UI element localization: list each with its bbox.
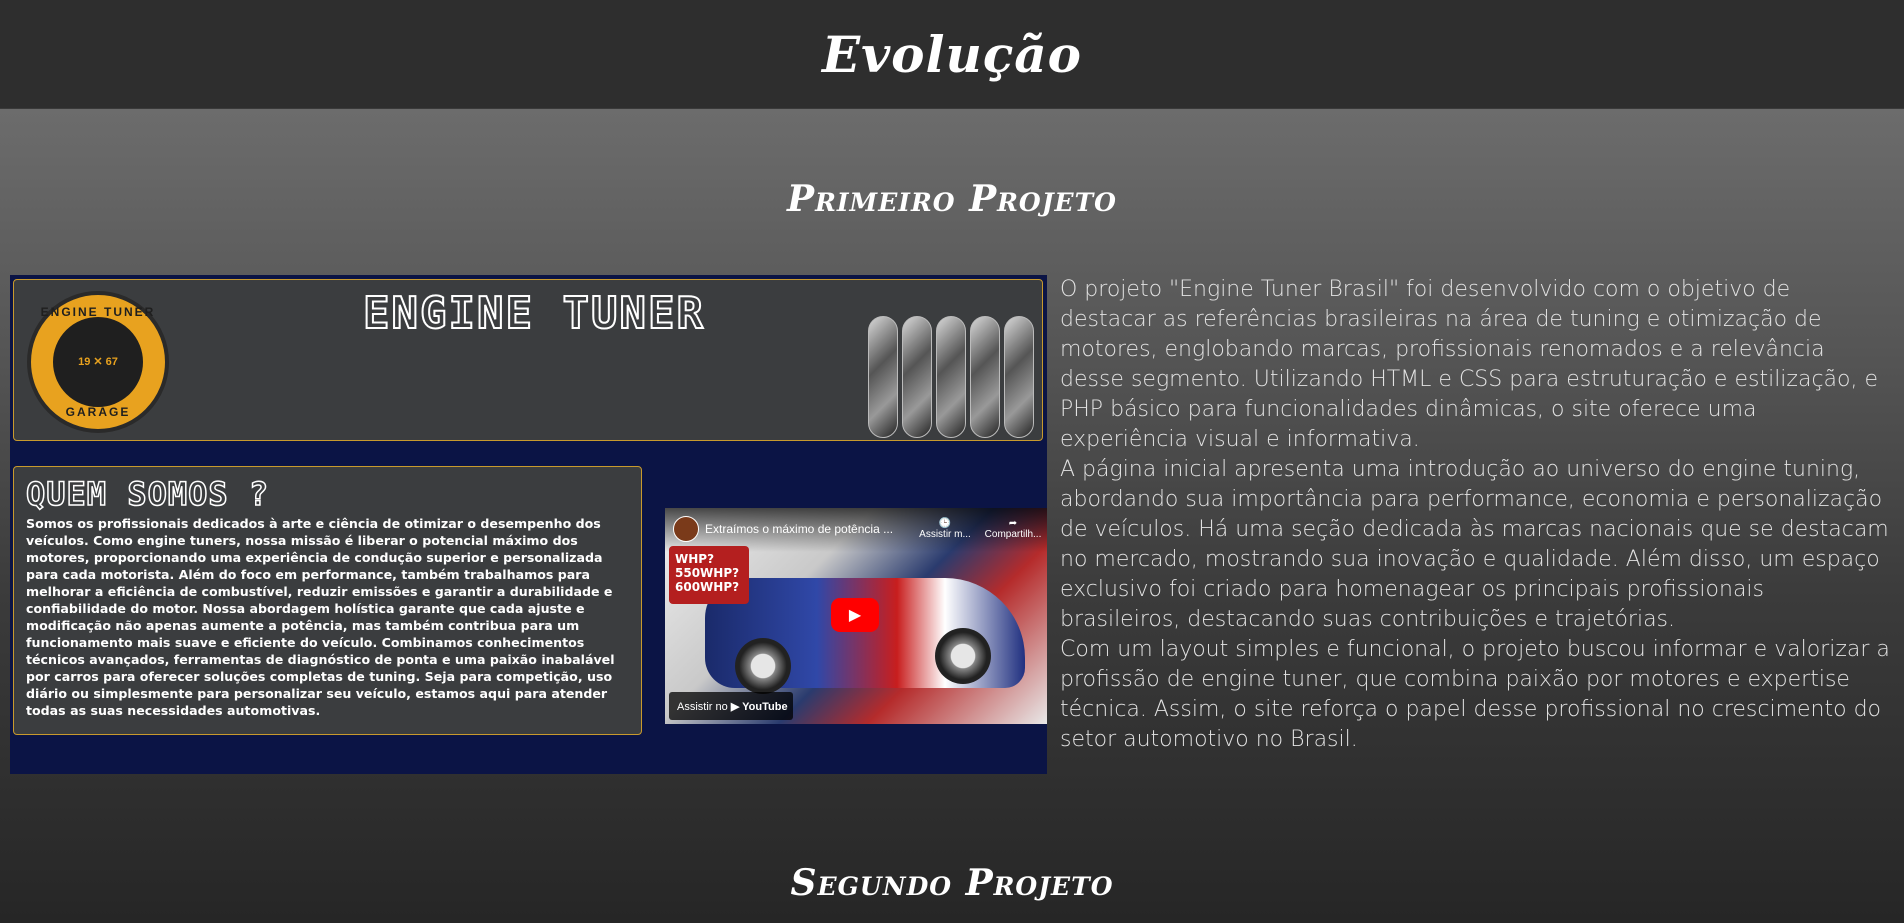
car-wheel <box>935 628 991 684</box>
gallery-thumb-image <box>936 316 966 438</box>
share-button[interactable]: ➦ Compartilh... <box>983 518 1043 540</box>
preview-site-title: ENGINE TUNER <box>362 287 705 340</box>
whp-badge: WHP? 550WHP? 600WHP? <box>669 546 749 604</box>
about-text: Somos os profissionais dedicados à arte … <box>26 516 615 718</box>
description-paragraph: Com um layout simples e funcional, o pro… <box>1060 637 1890 752</box>
logo-bottom-text: GARAGE <box>65 405 131 419</box>
project-description: O projeto "Engine Tuner Brasil" foi dese… <box>1060 275 1890 755</box>
gallery-thumb-image <box>868 316 898 438</box>
garage-logo-icon: ENGINE TUNER 19 ✕ 67 GARAGE <box>27 291 169 433</box>
description-paragraph: A página inicial apresenta uma introduçã… <box>1060 457 1889 632</box>
logo-center: 19 ✕ 67 <box>50 314 146 410</box>
gallery-thumb-image <box>970 316 1000 438</box>
page-title: Evolução <box>821 24 1083 84</box>
channel-avatar[interactable] <box>673 516 699 542</box>
page-header: Evolução <box>0 0 1904 109</box>
preview-site-header: ENGINE TUNER 19 ✕ 67 GARAGE ENGINE TUNER <box>13 279 1043 441</box>
section-title-second-project: Segundo Projeto <box>790 862 1114 904</box>
gallery-thumb-image <box>902 316 932 438</box>
watch-later-button[interactable]: 🕒 Assistir m... <box>915 518 975 540</box>
car-wheel <box>735 638 791 694</box>
youtube-video-embed[interactable]: Extraímos o máximo de potência ... 🕒 Assi… <box>665 508 1047 724</box>
preview-about-box: QUEM SOMOS ? Somos os profissionais dedi… <box>13 466 642 735</box>
logo-year: 19 ✕ 67 <box>78 355 118 368</box>
gallery-thumb-image <box>1004 316 1034 438</box>
logo-top-text: ENGINE TUNER <box>40 305 156 319</box>
watch-on-youtube-link[interactable]: Assistir no ▶ YouTube <box>669 692 793 720</box>
description-paragraph: O projeto "Engine Tuner Brasil" foi dese… <box>1060 277 1879 452</box>
video-title[interactable]: Extraímos o máximo de potência ... <box>705 522 893 536</box>
preview-gallery <box>868 316 1034 438</box>
project-preview-image: ENGINE TUNER 19 ✕ 67 GARAGE ENGINE TUNER… <box>10 275 1047 774</box>
section-title-first-project: Primeiro Projeto <box>787 178 1117 220</box>
about-heading: QUEM SOMOS ? <box>25 474 270 514</box>
play-button-icon[interactable]: ▶ <box>831 598 879 632</box>
